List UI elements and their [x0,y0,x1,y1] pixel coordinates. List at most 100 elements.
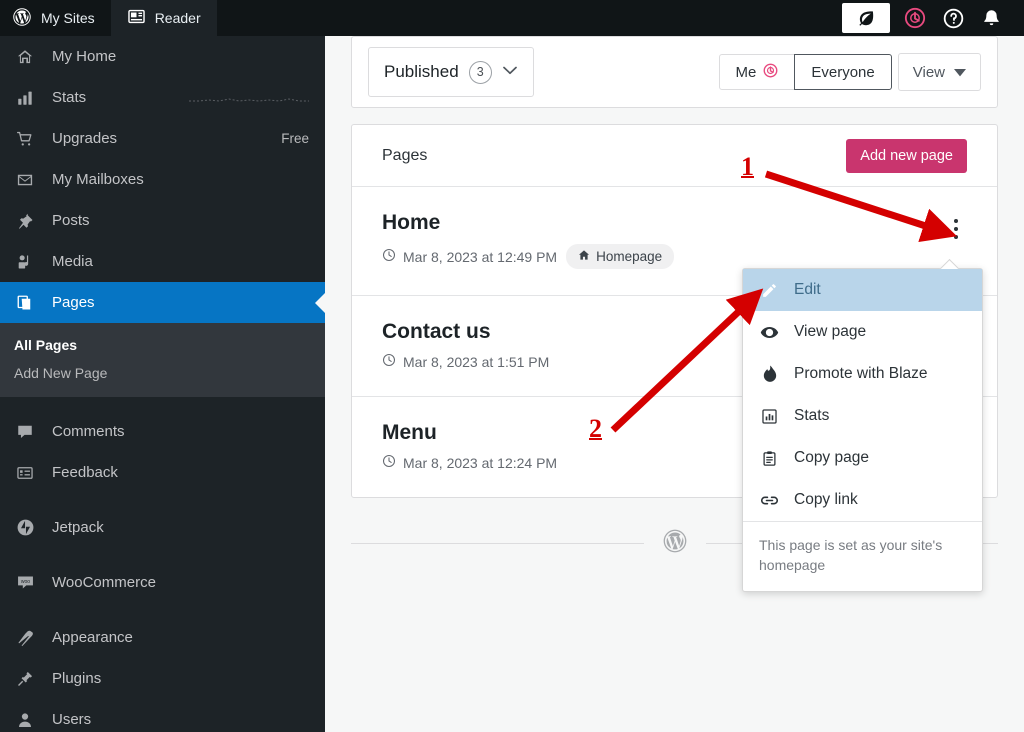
sidebar-item-label: Posts [52,212,309,229]
divider-line-left [351,543,644,544]
sidebar-item-appearance[interactable]: Appearance [0,617,325,658]
author-filter-me-label: Me [736,64,757,81]
author-filter-group: Me Everyone [719,54,892,90]
popover-arrow [939,259,959,269]
feedback-icon [16,464,42,482]
sidebar-item-woocommerce[interactable]: woo WooCommerce [0,562,325,603]
help-icon[interactable] [934,0,972,36]
comment-icon [16,423,42,441]
page-row-meta: Mar 8, 2023 at 12:49 PM Homepage [382,244,967,269]
gravatar-icon [763,63,778,82]
sidebar-gap [0,493,325,507]
popover-item-copy-page[interactable]: Copy page [743,437,982,479]
bell-icon[interactable] [972,0,1010,36]
bar-chart-icon [759,408,780,425]
masterbar-reader[interactable]: Reader [111,0,217,36]
annotation-number-1: 1 [741,152,754,182]
status-filter-count: 3 [469,61,492,84]
sidebar-item-feedback[interactable]: Feedback [0,452,325,493]
sidebar-item-stats[interactable]: Stats [0,77,325,118]
masterbar-my-sites[interactable]: My Sites [0,0,111,36]
clock-icon [382,248,396,265]
popover-item-label: Edit [794,281,821,299]
eye-icon [759,323,780,342]
sidebar-item-label: My Home [52,48,309,65]
sidebar-item-label: Plugins [52,670,309,687]
sidebar-item-my-home[interactable]: My Home [0,36,325,77]
author-filter-me[interactable]: Me [719,54,796,90]
page-row-date: Mar 8, 2023 at 1:51 PM [382,353,549,370]
page-row-date-text: Mar 8, 2023 at 12:49 PM [403,249,557,265]
popover-item-promote-with-blaze[interactable]: Promote with Blaze [743,353,982,395]
home-icon [578,249,590,264]
sidebar-item-jetpack[interactable]: Jetpack [0,507,325,548]
page-row-title: Home [382,211,967,235]
author-filter-everyone[interactable]: Everyone [794,54,891,90]
stats-sparkline [189,92,309,104]
sidebar-item-upgrades[interactable]: Upgrades Free [0,118,325,159]
flame-icon [759,364,780,384]
sidebar-item-label: Feedback [52,464,309,481]
sidebar-item-comments[interactable]: Comments [0,411,325,452]
page-actions-popover: Edit View page Promote with Blaze [742,268,983,592]
sidebar-item-media[interactable]: Media [0,241,325,282]
sidebar-item-posts[interactable]: Posts [0,200,325,241]
popover-item-copy-link[interactable]: Copy link [743,479,982,521]
sidebar-subitem-add-new-page[interactable]: Add New Page [0,359,325,387]
sidebar-item-label: My Mailboxes [52,171,309,188]
masterbar-my-sites-label: My Sites [41,10,95,26]
leaf-icon[interactable] [842,3,890,33]
sidebar-item-label: Jetpack [52,519,309,536]
add-new-page-button[interactable]: Add new page [846,139,967,173]
view-options-button[interactable]: View [898,53,981,91]
sidebar-subitem-all-pages[interactable]: All Pages [0,331,325,359]
masterbar-actions [842,0,1024,36]
sidebar-item-my-mailboxes[interactable]: My Mailboxes [0,159,325,200]
page-row-more-menu-button[interactable] [941,213,971,245]
dot [954,235,958,239]
sidebar-item-label: Media [52,253,309,270]
sidebar-item-label: Pages [52,294,309,311]
plugins-icon [16,670,42,688]
reader-icon [127,7,146,29]
pages-panel-title: Pages [382,147,427,165]
status-badge: Homepage [566,244,674,269]
sidebar-item-users[interactable]: Users [0,699,325,732]
status-badge-label: Homepage [596,249,662,264]
media-icon [16,253,42,271]
clock-icon [382,353,396,370]
pencil-icon [759,282,780,299]
page-row-date-text: Mar 8, 2023 at 1:51 PM [403,354,549,370]
sidebar-subitem-label: Add New Page [14,365,107,381]
dot [954,219,958,223]
clipboard-icon [759,450,780,467]
popover-item-edit[interactable]: Edit [743,269,982,311]
annotation-number-2: 2 [589,414,602,444]
gravatar-icon[interactable] [896,0,934,36]
app-screen: My Sites Reader [0,0,1024,732]
page-row-date-text: Mar 8, 2023 at 12:24 PM [403,455,557,471]
status-filter-select[interactable]: Published 3 [368,47,534,97]
annotation-number-1-label: 1 [741,152,754,181]
popover-item-label: Copy page [794,449,869,467]
popover-item-label: View page [794,323,866,341]
masterbar: My Sites Reader [0,0,1024,36]
view-options-label: View [913,64,945,81]
status-filter-label: Published [384,62,459,82]
sidebar-gap [0,397,325,411]
popover-item-view-page[interactable]: View page [743,311,982,353]
filter-bar: Published 3 Me [351,36,998,108]
sidebar-gap [0,603,325,617]
mail-icon [16,171,42,189]
sidebar-item-plugins[interactable]: Plugins [0,658,325,699]
dot [954,227,958,231]
svg-text:woo: woo [21,579,30,585]
sidebar-item-label: Upgrades [52,130,281,147]
sidebar-item-pages[interactable]: Pages [0,282,325,323]
popover-item-stats[interactable]: Stats [743,395,982,437]
sidebar-item-label: Appearance [52,629,309,646]
popover-item-label: Promote with Blaze [794,365,928,383]
sidebar-item-label: Users [52,711,309,728]
home-icon [16,48,42,66]
wordpress-logo-icon [12,7,32,30]
